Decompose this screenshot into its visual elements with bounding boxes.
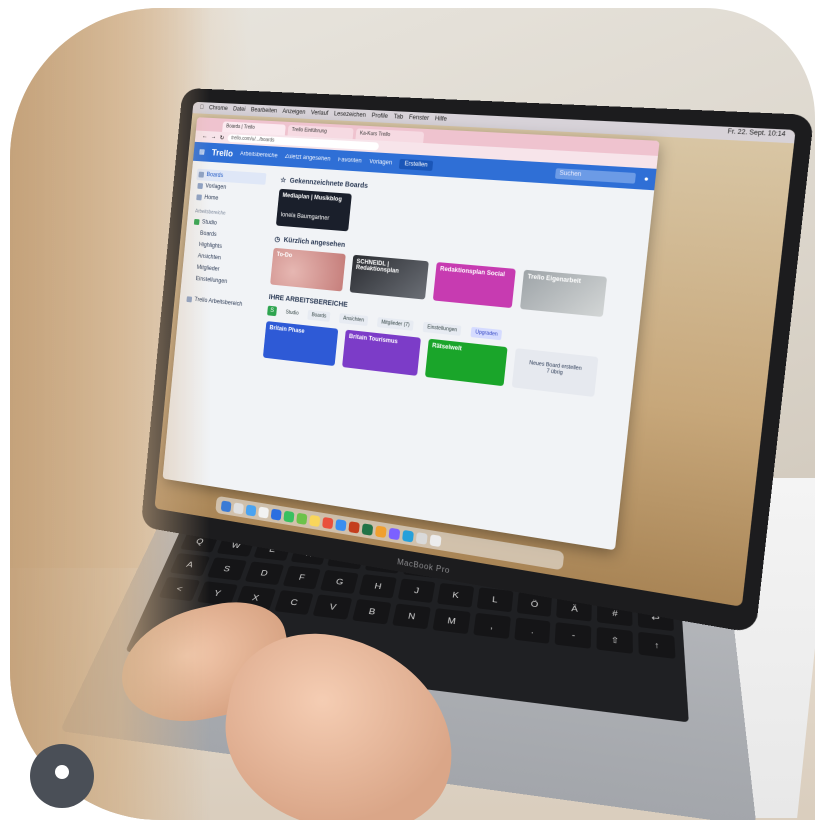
keyboard-key[interactable]: G [320, 569, 359, 594]
board-title: Mediaplan | Musikblog [282, 192, 343, 204]
board-title: Britain Phase [269, 325, 305, 335]
board-card[interactable]: Britain Phase [262, 321, 339, 367]
keyboard-key[interactable]: M [432, 608, 471, 635]
laptop-brand-label: MacBook Pro [396, 557, 451, 576]
ws-upgrade-button[interactable]: Upgraden [470, 326, 503, 341]
workspace-name: Studio [285, 309, 299, 317]
keyboard-key[interactable]: , [472, 612, 511, 639]
ws-settings-button[interactable]: Einstellungen [422, 321, 462, 336]
keyboard-key[interactable]: ↑ [638, 631, 676, 659]
excel-icon[interactable] [361, 522, 374, 536]
powerpoint-icon[interactable] [348, 520, 360, 534]
forward-icon[interactable]: → [211, 134, 217, 140]
clock-icon: ◷ [274, 236, 281, 244]
keyboard-key[interactable]: . [513, 617, 551, 644]
finder-icon[interactable] [220, 499, 232, 512]
facetime-icon[interactable] [296, 512, 308, 525]
mac-menu-item[interactable]: Chrome [209, 105, 228, 112]
reload-icon[interactable]: ↻ [219, 134, 224, 141]
keyboard-key[interactable]: F [282, 565, 322, 590]
board-title: Trello Eigenarbeit [527, 274, 582, 286]
ws-views-button[interactable]: Ansichten [338, 313, 369, 326]
nav-starred[interactable]: Favoriten [338, 157, 362, 164]
mac-menu-item[interactable]: Fenster [409, 115, 430, 122]
board-title: To-Do [276, 251, 293, 260]
board-subtitle: Ionela Baumgartner [280, 212, 330, 222]
keyboard-key[interactable]: J [397, 578, 436, 604]
board-title: Redaktionsplan Social [439, 266, 506, 279]
mac-menu-item[interactable]: Hilfe [435, 116, 448, 123]
keyboard-key[interactable]: N [392, 603, 431, 630]
keyboard-key[interactable]: L [476, 587, 514, 613]
calendar-icon[interactable] [322, 516, 334, 529]
board-title: Rätselwelt [431, 343, 463, 353]
nav-templates[interactable]: Vorlagen [369, 159, 392, 166]
settings-icon[interactable] [415, 531, 428, 545]
nav-recent[interactable]: Zuletzt angesehen [285, 154, 331, 163]
notification-icon[interactable]: ● [644, 175, 650, 183]
keyboard-key[interactable]: S [206, 557, 247, 581]
create-button[interactable]: Erstellen [399, 158, 433, 171]
recent-boards: To-Do SCHNEIDL | Redaktionsplan Redaktio… [270, 247, 633, 320]
workspace-badge: S [267, 305, 278, 317]
board-card[interactable]: Redaktionsplan Social [432, 262, 516, 309]
keyboard-key[interactable]: B [352, 598, 392, 625]
photo-frame: QWERTZUIOPÜ+⌫ASDFGHJKLÖÄ#↩<YXCVBNM,.-⇧↑ … [10, 8, 815, 820]
board-card[interactable]: Rätselwelt [424, 338, 508, 387]
mail-icon[interactable] [270, 508, 282, 521]
mac-menu-item[interactable]: Anzeigen [282, 109, 306, 116]
section-title-text: Kürzlich angesehen [283, 236, 346, 249]
board-card[interactable]: Mediaplan | Musikblog Ionela Baumgartner [275, 188, 352, 232]
board-card[interactable]: Trello Eigenarbeit [519, 269, 608, 318]
keyboard-key[interactable]: H [358, 574, 397, 599]
keyboard-key[interactable]: - [555, 622, 592, 649]
photos-icon[interactable] [375, 524, 387, 538]
keyboard-key[interactable]: V [312, 594, 353, 620]
board-title: Britain Tourismus [348, 333, 398, 346]
keyboard-key[interactable]: ⇧ [596, 626, 634, 654]
trash-icon[interactable] [429, 533, 442, 547]
mac-menu-item[interactable]: Datei [233, 107, 246, 113]
trello-app-body: Boards Vorlagen Home Arbeitsbereiche Hig… [162, 161, 654, 550]
section-title-text: Gekennzeichnete Boards [289, 177, 369, 190]
star-icon: ☆ [279, 177, 287, 185]
mac-menu-item[interactable]: Bearbeiten [251, 107, 278, 114]
zoom-icon[interactable] [402, 529, 414, 543]
notes-icon[interactable] [309, 514, 321, 527]
mac-menu-item[interactable]: Verlauf [311, 110, 329, 117]
board-card[interactable]: Britain Tourismus [342, 329, 421, 376]
mac-menu-item[interactable]: Tab [393, 114, 403, 120]
board-title: SCHNEIDL | Redaktionsplan [355, 259, 400, 275]
laptop-screen:  ChromeDateiBearbeitenAnzeigenVerlaufLe… [154, 101, 796, 607]
board-card[interactable]: SCHNEIDL | Redaktionsplan [349, 254, 429, 300]
keyboard-key[interactable]: D [244, 561, 284, 586]
teams-icon[interactable] [388, 527, 401, 540]
mac-menu-item[interactable]: Lesezeichen [334, 111, 366, 118]
browser-window: Boards | Trello Trello Einführung Ka-Kurs … [162, 117, 660, 551]
trello-main: ☆ Gekennzeichnete Boards Mediaplan | Mus… [241, 166, 655, 550]
safari-icon[interactable] [245, 503, 257, 517]
search-input[interactable]: Suchen [554, 168, 636, 184]
nav-workspaces[interactable]: Arbeitsbereiche [240, 151, 278, 159]
ws-members-button[interactable]: Mitglieder (7) [376, 317, 414, 331]
keyboard-key[interactable]: K [436, 582, 475, 608]
avatar-badge[interactable] [30, 744, 94, 808]
chrome-icon[interactable] [258, 506, 270, 519]
messages-icon[interactable] [283, 510, 295, 523]
person-hair-foreground [10, 8, 210, 820]
board-card[interactable]: To-Do [270, 247, 346, 292]
launchpad-icon[interactable] [233, 501, 244, 515]
ws-boards-button[interactable]: Boards [307, 309, 331, 322]
word-icon[interactable] [335, 518, 347, 531]
create-board-button[interactable]: Neues Board erstellen 7 übrig [511, 348, 599, 398]
person-icon [55, 765, 69, 779]
keyboard-key[interactable]: C [273, 589, 314, 616]
trello-logo[interactable]: Trello [211, 148, 233, 159]
mac-menu-item[interactable]: Profile [371, 113, 388, 120]
